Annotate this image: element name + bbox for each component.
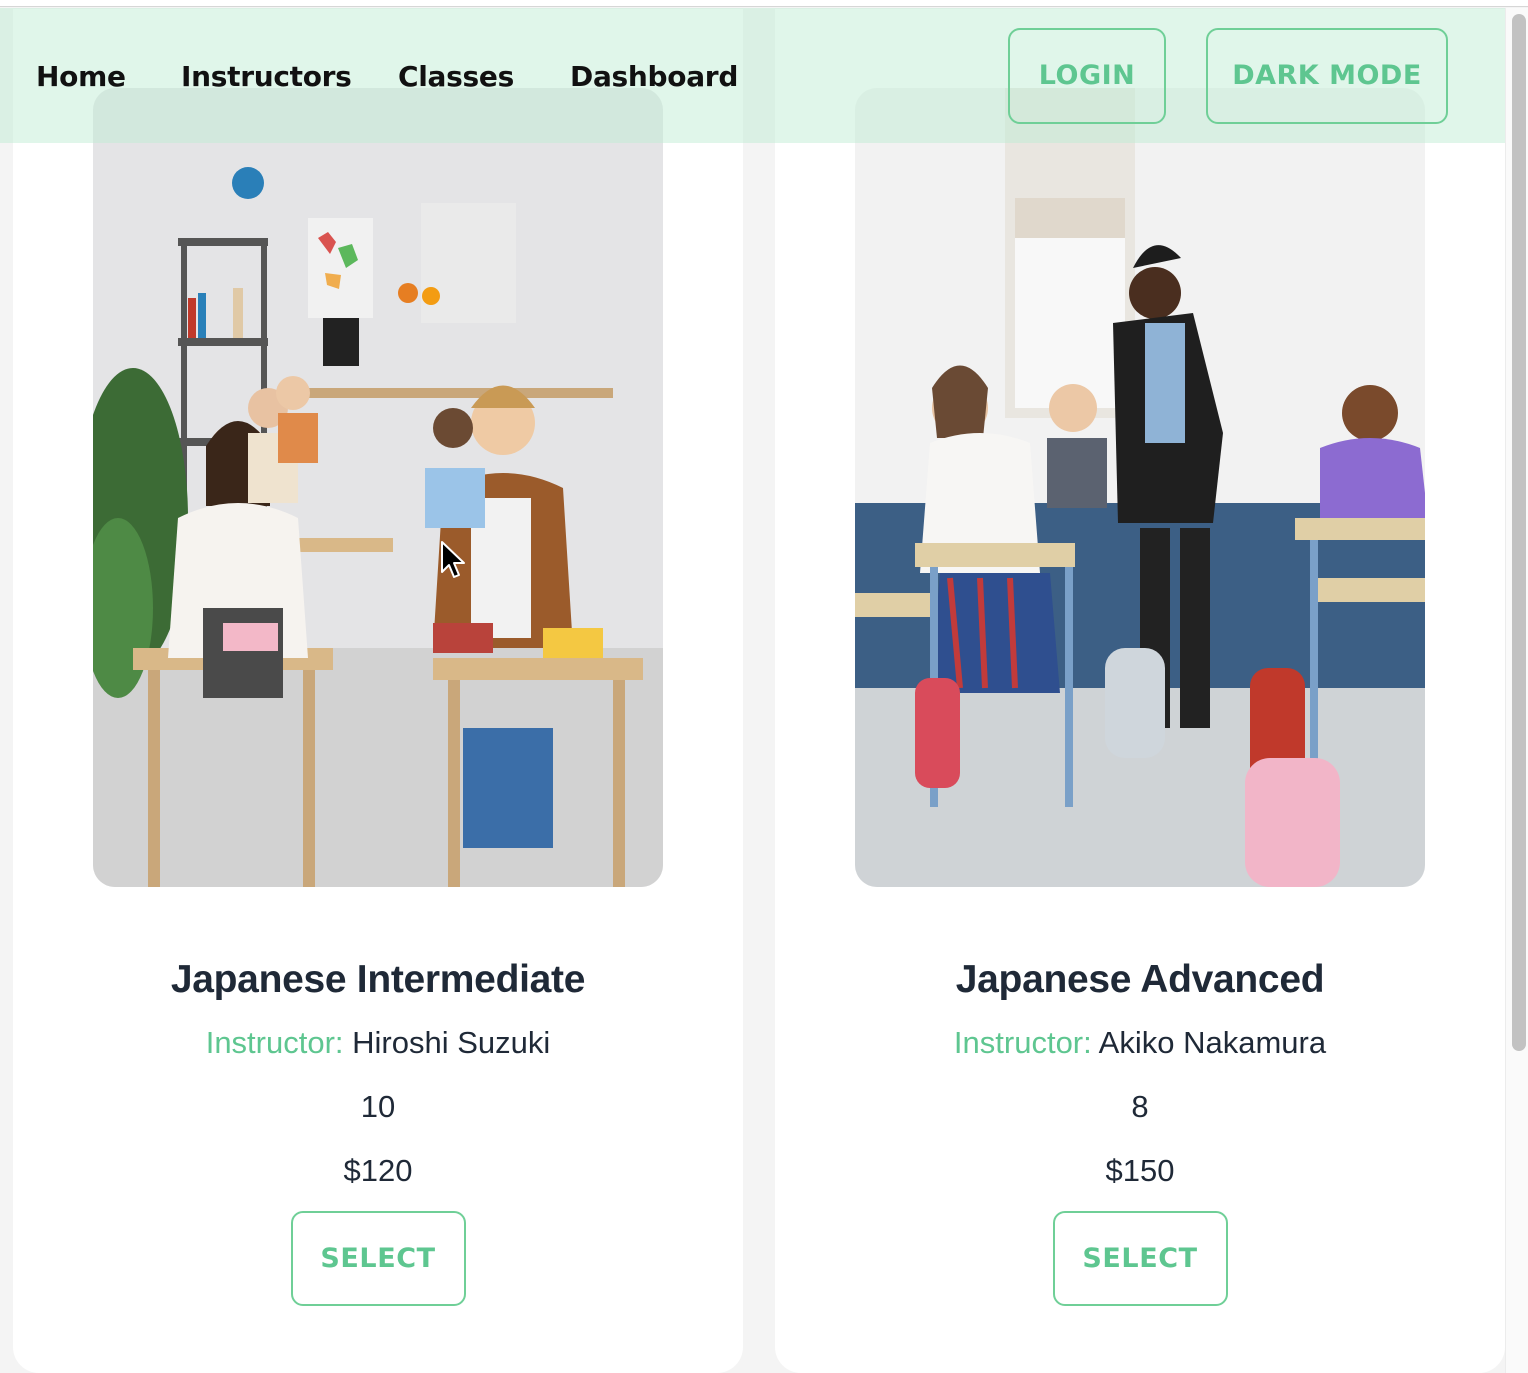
nav-link-dashboard[interactable]: Dashboard (570, 60, 738, 93)
scrollbar-thumb[interactable] (1512, 14, 1526, 1051)
class-card-1: Japanese Intermediate Instructor: Hirosh… (13, 9, 743, 1373)
instructor-label: Instructor: (953, 1025, 1092, 1060)
instructor-line: Instructor: Hiroshi Suzuki (13, 1025, 743, 1061)
class-title: Japanese Advanced (955, 958, 1325, 1001)
nav-link-instructors[interactable]: Instructors (181, 60, 352, 93)
instructor-name: Hiroshi Suzuki (352, 1025, 551, 1060)
nav-link-classes[interactable]: Classes (398, 60, 514, 93)
navbar: Home Instructors Classes Dashboard LOGIN… (0, 8, 1505, 143)
instructor-line: Instructor: Akiko Nakamura (775, 1025, 1505, 1061)
class-title: Japanese Intermediate (170, 958, 586, 1001)
available-seats: 8 (1131, 1089, 1149, 1124)
available-seats: 10 (360, 1089, 396, 1124)
dark-mode-button[interactable]: DARK MODE (1206, 28, 1448, 124)
instructor-name: Akiko Nakamura (1098, 1025, 1327, 1060)
login-button[interactable]: LOGIN (1008, 28, 1166, 124)
browser-top-edge (0, 0, 1528, 7)
class-image-1 (93, 88, 663, 887)
class-image-2 (855, 88, 1425, 887)
class-price: $150 (1105, 1153, 1175, 1188)
nav-link-home[interactable]: Home (36, 60, 126, 93)
instructor-label: Instructor: (205, 1025, 344, 1060)
mouse-cursor-icon (441, 541, 465, 578)
select-button[interactable]: SELECT (1052, 1211, 1228, 1306)
class-price: $120 (343, 1153, 413, 1188)
class-card-2: Japanese Advanced Instructor: Akiko Naka… (775, 9, 1505, 1373)
select-button[interactable]: SELECT (290, 1211, 466, 1306)
